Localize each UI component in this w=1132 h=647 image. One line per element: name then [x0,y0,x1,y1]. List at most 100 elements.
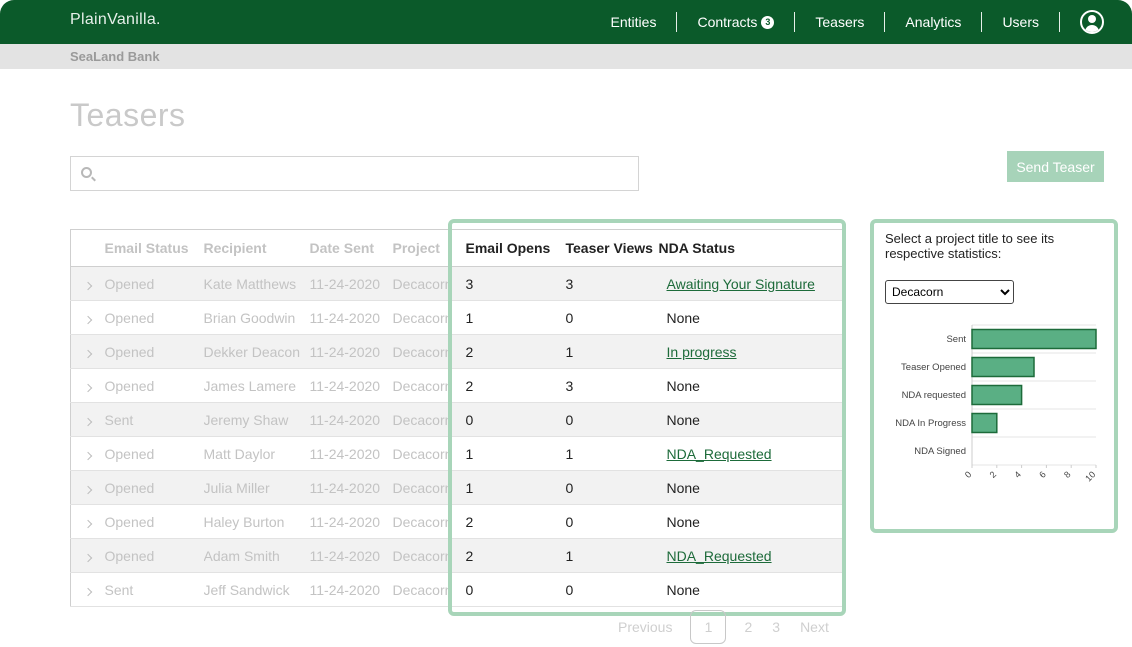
user-menu[interactable] [1059,10,1104,34]
cell-project: Decacorn [392,300,453,335]
row-expand[interactable] [70,402,103,437]
search-input[interactable] [103,163,623,185]
row-expand[interactable] [70,572,103,607]
chevron-right-icon[interactable] [83,587,93,596]
nav-teasers[interactable]: Teasers [794,12,884,32]
chart-category-label: NDA Signed [914,446,966,457]
cell-nda-status: None [658,572,844,607]
chart-category-label: NDA In Progress [895,418,966,429]
chevron-right-icon[interactable] [83,315,93,324]
table-row[interactable]: Opened Dekker Deacon 11-24-2020 Decacorn 2 1 I… [70,334,844,369]
table-row[interactable]: Opened Julia Miller 11-24-2020 Decacorn 1 0 No… [70,470,844,505]
header-date-sent[interactable]: Date Sent [309,229,393,267]
row-expand[interactable] [70,538,103,573]
chevron-right-icon[interactable] [83,485,93,494]
project-select[interactable]: Decacorn [885,280,1014,304]
pagination-next[interactable]: Next [790,619,839,635]
cell-teaser-views: 3 [553,368,659,403]
cell-nda-status: None [658,368,844,403]
header-nda-status[interactable]: NDA Status [658,229,844,267]
send-teaser-button[interactable]: Send Teaser [1007,151,1104,182]
cell-date-sent: 11-24-2020 [309,470,393,505]
cell-email-opens: 1 [452,300,554,335]
table-row[interactable]: Opened Adam Smith 11-24-2020 Decacorn 2 1 NDA_… [70,538,844,573]
chevron-right-icon[interactable] [83,451,93,460]
cell-nda-status: NDA_Requested [658,436,844,471]
row-expand[interactable] [70,368,103,403]
brand-logo[interactable]: PlainVanilla. [70,11,161,29]
header-email-opens[interactable]: Email Opens [452,229,554,267]
row-expand[interactable] [70,436,103,471]
chevron-right-icon[interactable] [83,553,93,562]
row-expand[interactable] [70,300,103,335]
cell-email-status: Opened [102,470,204,505]
row-expand[interactable] [70,504,103,539]
cell-date-sent: 11-24-2020 [309,266,393,301]
org-name: SeaLand Bank [70,49,160,64]
cell-date-sent: 11-24-2020 [309,368,393,403]
cell-teaser-views: 3 [553,266,659,301]
cell-nda-status: None [658,504,844,539]
table-row[interactable]: Opened Matt Daylor 11-24-2020 Decacorn 1 1 NDA… [70,436,844,471]
nav-contracts[interactable]: Contracts 3 [676,12,794,32]
table-header-row: Email Status Recipient Date Sent Project… [70,229,844,267]
chevron-right-icon[interactable] [83,519,93,528]
pagination-page-3[interactable]: 3 [762,619,790,635]
chevron-right-icon[interactable] [83,417,93,426]
cell-teaser-views: 1 [553,436,659,471]
pagination-previous[interactable]: Previous [608,619,682,635]
nav-analytics[interactable]: Analytics [884,12,981,32]
nda-status-link[interactable]: NDA_Requested [667,548,772,564]
pagination: Previous 1 2 3 Next [608,609,839,645]
cell-email-status: Sent [102,402,204,437]
header-project[interactable]: Project [392,229,453,267]
header-recipient[interactable]: Recipient [203,229,310,267]
row-expand[interactable] [70,334,103,369]
table-row[interactable]: Opened Brian Goodwin 11-24-2020 Decacorn 1 0 N… [70,300,844,335]
teasers-table: Email Status Recipient Date Sent Project… [70,229,844,607]
user-avatar-icon[interactable] [1080,10,1104,34]
chart-tick-label: 10 [1083,469,1097,483]
cell-email-status: Sent [102,572,204,607]
table-row[interactable]: Sent Jeremy Shaw 11-24-2020 Decacorn 0 0 None [70,402,844,437]
pagination-page-2[interactable]: 2 [734,619,762,635]
nda-status-link[interactable]: In progress [667,344,737,360]
cell-nda-status: None [658,470,844,505]
table-row[interactable]: Opened Haley Burton 11-24-2020 Decacorn 2 0 No… [70,504,844,539]
stats-bar-chart: Sent Teaser Opened NDA requested NDA In Pro… [895,324,1097,483]
header-email-status[interactable]: Email Status [102,229,204,267]
chevron-right-icon[interactable] [83,383,93,392]
row-expand[interactable] [70,266,103,301]
cell-teaser-views: 1 [553,334,659,369]
cell-email-opens: 3 [452,266,554,301]
cell-project: Decacorn [392,436,453,471]
nda-status-link[interactable]: Awaiting Your Signature [667,276,815,292]
pagination-page-1[interactable]: 1 [690,610,727,644]
row-expand[interactable] [70,470,103,505]
cell-recipient: Jeremy Shaw [203,402,310,437]
chevron-right-icon[interactable] [83,281,93,290]
search-box [70,156,639,191]
cell-date-sent: 11-24-2020 [309,572,393,607]
nda-status-text: None [666,513,700,530]
cell-email-status: Opened [102,334,204,369]
cell-email-status: Opened [102,300,204,335]
table-row[interactable]: Sent Jeff Sandwick 11-24-2020 Decacorn 0 0 Non… [70,572,844,607]
nda-status-link[interactable]: NDA_Requested [667,446,772,462]
cell-project: Decacorn [392,572,453,607]
search-icon [81,167,92,178]
cell-project: Decacorn [392,266,453,301]
nav-entities[interactable]: Entities [591,12,677,32]
cell-nda-status: NDA_Requested [658,538,844,573]
nav-users[interactable]: Users [981,12,1059,32]
cell-project: Decacorn [392,538,453,573]
header-teaser-views[interactable]: Teaser Views [553,229,659,267]
nda-status-text: None [666,411,700,428]
cell-email-opens: 1 [452,436,554,471]
cell-email-opens: 2 [452,538,554,573]
table-row[interactable]: Opened Kate Matthews 11-24-2020 Decacorn 3 3 A… [70,266,844,301]
chevron-right-icon[interactable] [83,349,93,358]
table-row[interactable]: Opened James Lamere 11-24-2020 Decacorn 2 3 No… [70,368,844,403]
nav-links: Entities Contracts 3 Teasers Analytics Us… [591,0,1104,44]
cell-date-sent: 11-24-2020 [309,300,393,335]
